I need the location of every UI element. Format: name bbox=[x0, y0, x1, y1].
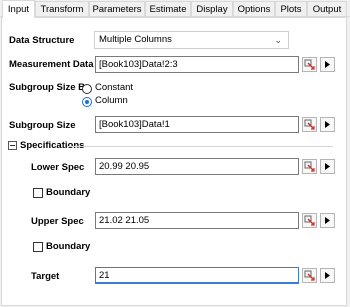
specifications-divider bbox=[67, 146, 333, 147]
range-select-icon[interactable] bbox=[302, 268, 317, 283]
arrow-right-icon[interactable] bbox=[320, 159, 335, 174]
lower-boundary-label: Boundary bbox=[46, 187, 91, 198]
column-radio-label: Column bbox=[95, 95, 128, 106]
upper-spec-label: Upper Spec bbox=[31, 216, 84, 227]
range-select-icon[interactable] bbox=[302, 57, 317, 72]
subgroup-size-field[interactable]: [Book103]Data!1 bbox=[95, 116, 299, 133]
lower-spec-label: Lower Spec bbox=[31, 162, 85, 173]
range-select-icon[interactable] bbox=[302, 159, 317, 174]
constant-radio-label: Constant bbox=[95, 82, 134, 93]
tab-display[interactable]: Display bbox=[191, 1, 233, 16]
subgroup-size-label: Subgroup Size bbox=[9, 120, 76, 131]
measurement-data-label: Measurement Data bbox=[9, 59, 94, 70]
target-label: Target bbox=[31, 271, 60, 282]
upper-boundary-label: Boundary bbox=[46, 241, 91, 252]
range-select-icon[interactable] bbox=[302, 117, 317, 132]
tab-bar: Input Transform Parameters Estimate Disp… bbox=[0, 0, 350, 18]
tab-plots[interactable]: Plots bbox=[275, 1, 307, 16]
arrow-right-icon[interactable] bbox=[320, 57, 335, 72]
range-select-icon[interactable] bbox=[302, 213, 317, 228]
chevron-down-icon: ⌄ bbox=[274, 35, 282, 45]
lower-spec-field[interactable]: 20.99 20.95 bbox=[95, 158, 299, 175]
tab-output[interactable]: Output bbox=[307, 1, 347, 16]
data-structure-value: Multiple Columns bbox=[99, 34, 172, 45]
arrow-right-icon[interactable] bbox=[320, 268, 335, 283]
target-field[interactable]: 21 bbox=[95, 267, 299, 284]
upper-spec-field[interactable]: 21.02 21.05 bbox=[95, 212, 299, 229]
collapse-icon[interactable] bbox=[8, 141, 17, 150]
data-structure-select[interactable]: Multiple Columns ⌄ bbox=[94, 31, 289, 49]
upper-boundary-checkbox[interactable] bbox=[33, 242, 43, 252]
tab-parameters[interactable]: Parameters bbox=[89, 1, 145, 16]
tab-input[interactable]: Input bbox=[2, 0, 35, 18]
data-structure-label: Data Structure bbox=[9, 35, 75, 46]
subgroup-size-by-label: Subgroup Size By bbox=[9, 82, 91, 93]
column-radio[interactable] bbox=[82, 97, 92, 107]
tab-options[interactable]: Options bbox=[233, 1, 275, 16]
tab-estimate[interactable]: Estimate bbox=[145, 1, 191, 16]
constant-radio[interactable] bbox=[82, 84, 92, 94]
measurement-data-field[interactable]: [Book103]Data!2:3 bbox=[95, 56, 299, 73]
arrow-right-icon[interactable] bbox=[320, 213, 335, 228]
arrow-right-icon[interactable] bbox=[320, 117, 335, 132]
lower-boundary-checkbox[interactable] bbox=[33, 188, 43, 198]
tab-transform[interactable]: Transform bbox=[35, 1, 89, 16]
